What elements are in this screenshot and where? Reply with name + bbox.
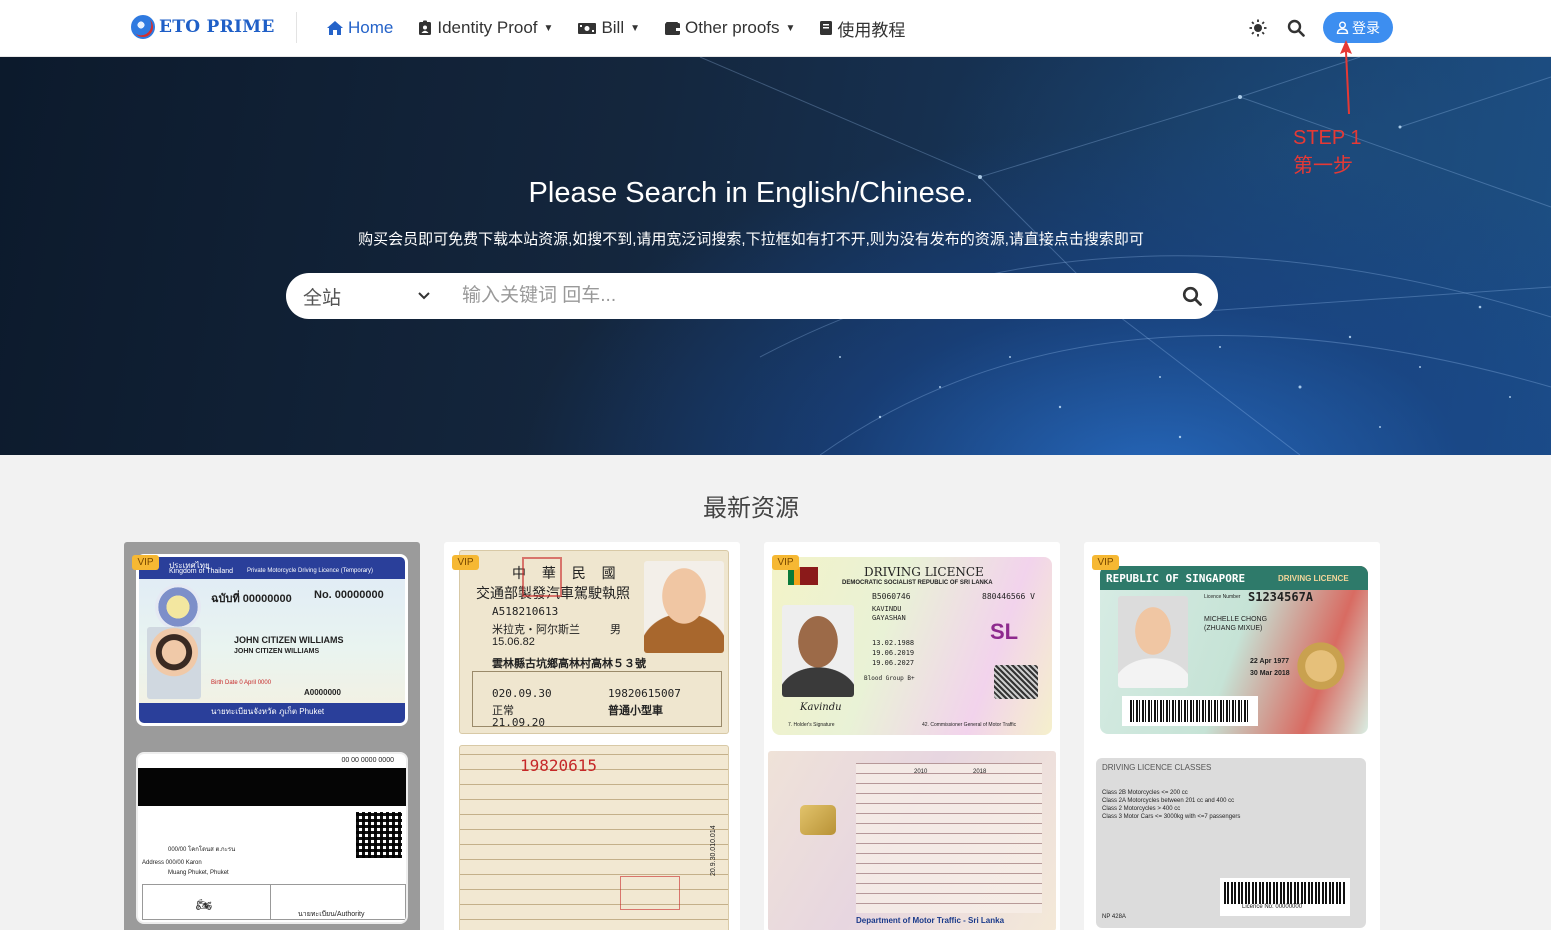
main-nav: Home Identity Proof ▼ Bill ▼ Other proof… — [326, 0, 929, 56]
header-search-button[interactable] — [1285, 17, 1307, 39]
site-logo[interactable]: ETO PRIME — [131, 15, 275, 39]
user-icon — [1336, 21, 1349, 34]
chevron-down-icon: ▼ — [543, 22, 554, 34]
srilanka-licence-back: 2010 2018 Department of Motor Traffic - … — [768, 751, 1056, 930]
nav-item-bill[interactable]: Bill ▼ — [577, 18, 640, 38]
globe-logo-icon — [131, 15, 155, 39]
hero-banner: Please Search in English/Chinese. 购买会员即可… — [0, 57, 1551, 455]
resource-card[interactable]: VIP ประเทศไทย Kingdom of Thailand Privat… — [124, 542, 420, 930]
home-icon — [327, 21, 343, 35]
singapore-licence-front: REPUBLIC OF SINGAPORE DRIVING LICENCE Li… — [1100, 566, 1368, 734]
nav-label-bill: Bill — [601, 18, 625, 37]
login-label: 登录 — [1352, 19, 1380, 36]
chevron-down-icon: ▼ — [630, 22, 641, 34]
thai-licence-front: ประเทศไทย Kingdom of Thailand Private Mo… — [136, 554, 408, 726]
holder-photo — [147, 627, 201, 699]
money-bill-icon — [578, 23, 597, 34]
vip-badge: VIP — [452, 555, 479, 570]
nav-label-other-proofs: Other proofs — [685, 18, 780, 37]
step-annotation-zh: 第一步 — [1293, 155, 1353, 177]
search-input[interactable] — [444, 273, 1166, 319]
nav-label-identity-proof: Identity Proof — [437, 18, 538, 37]
theme-toggle-button[interactable] — [1247, 17, 1269, 39]
top-navbar: ETO PRIME Home Identity Proof ▼ Bill ▼ O… — [0, 0, 1551, 57]
annotation-arrow — [1340, 40, 1352, 114]
search-bar: 全站 — [286, 273, 1218, 319]
nav-divider — [296, 12, 297, 43]
resource-card[interactable]: VIP DRIVING LICENCE DEMOCRATIC SOCIALIST… — [764, 542, 1060, 930]
hero-subtitle: 购买会员即可免费下载本站资源,如搜不到,请用宽泛词搜索,下拉框如有打不开,则为没… — [358, 231, 1144, 248]
book-icon — [820, 21, 833, 35]
thai-licence-back: 00 00 0000 0000 000/00 โคกโดนส ต.กะรน Ad… — [136, 752, 408, 924]
srilanka-licence-front: DRIVING LICENCE DEMOCRATIC SOCIALIST REP… — [772, 557, 1052, 735]
motorcycle-icon: 🏍 — [196, 897, 213, 912]
hero-title: Please Search in English/Chinese. — [528, 177, 974, 209]
nav-item-other-proofs[interactable]: Other proofs ▼ — [664, 18, 795, 38]
taiwan-licence-front: 中 華 民 國 交通部製發汽車駕駛執照 A518210613 米拉克・阿尔斯兰 … — [459, 550, 729, 734]
resource-card[interactable]: VIP REPUBLIC OF SINGAPORE DRIVING LICENC… — [1084, 542, 1380, 930]
nav-label-tutorial: 使用教程 — [837, 20, 906, 40]
search-icon — [1287, 19, 1305, 37]
logo-text: ETO PRIME — [159, 17, 275, 37]
login-button[interactable]: 登录 — [1323, 12, 1393, 43]
vip-badge: VIP — [132, 555, 159, 570]
step-annotation-en: STEP 1 — [1293, 127, 1362, 149]
search-scope-value: 全站 — [303, 287, 342, 309]
chevron-down-icon — [418, 292, 430, 300]
chevron-down-icon: ▼ — [785, 22, 796, 34]
resource-card[interactable]: VIP 中 華 民 國 交通部製發汽車駕駛執照 A518210613 米拉克・阿… — [444, 542, 740, 930]
step-annotation: STEP 1 第一步 — [1293, 124, 1362, 180]
sun-icon — [1249, 19, 1267, 36]
search-submit-button[interactable] — [1166, 273, 1218, 319]
search-icon — [1182, 286, 1202, 306]
section-title: 最新资源 — [703, 495, 799, 522]
nav-item-tutorial[interactable]: 使用教程 — [819, 16, 905, 41]
vip-badge: VIP — [772, 555, 799, 570]
nav-item-identity-proof[interactable]: Identity Proof ▼ — [417, 18, 553, 38]
wallet-icon — [665, 21, 681, 35]
taiwan-licence-back: 19820615 20.9.30.010.014 — [459, 745, 729, 930]
header-tools: 登录 — [1247, 12, 1393, 43]
search-scope-select[interactable]: 全站 — [286, 283, 444, 310]
holder-photo — [1118, 596, 1188, 688]
nav-item-home[interactable]: Home — [326, 18, 393, 38]
vip-badge: VIP — [1092, 555, 1119, 570]
singapore-licence-back: DRIVING LICENCE CLASSES Class 2B Motorcy… — [1096, 758, 1366, 928]
holder-photo — [782, 605, 854, 697]
nav-label-home: Home — [348, 18, 394, 37]
holder-photo — [644, 561, 724, 653]
network-background-graphic — [699, 57, 1551, 455]
id-card-icon — [419, 20, 432, 35]
